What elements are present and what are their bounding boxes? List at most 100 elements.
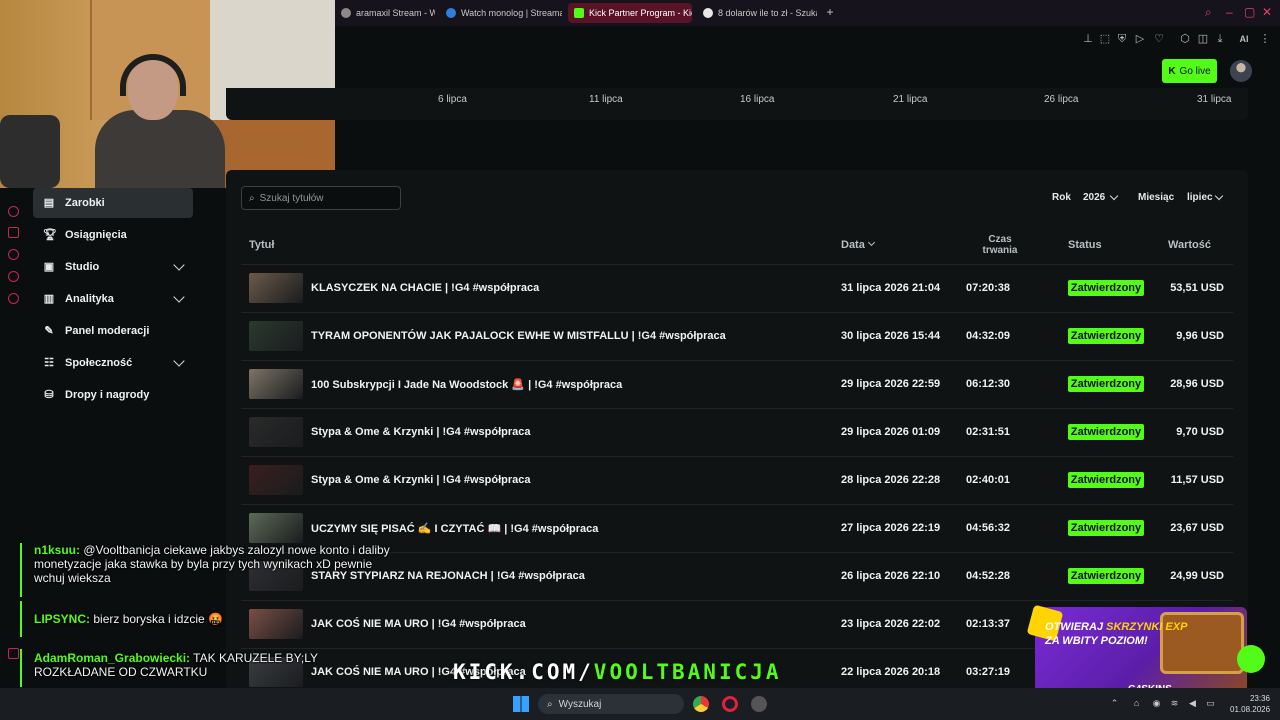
- promo-line1-b: SKRZYNKI EXP: [1106, 621, 1188, 633]
- go-live-label: Go live: [1179, 65, 1211, 77]
- stream-thumbnail[interactable]: [249, 321, 303, 351]
- column-header-value[interactable]: Wartość: [1168, 239, 1211, 251]
- stream-duration: 06:12:30: [966, 378, 1011, 390]
- tab-favicon: [703, 8, 713, 18]
- kick-url-overlay: KICK.COM/VOOLTBANICJA: [453, 660, 782, 684]
- column-header-date[interactable]: Data: [841, 239, 865, 251]
- ai-icon[interactable]: AI: [1235, 33, 1253, 45]
- rail-bookmark-icon[interactable]: [8, 227, 19, 238]
- status-badge: Zatwierdzony: [1068, 568, 1144, 584]
- stream-value: 9,70 USD: [1176, 426, 1224, 438]
- year-select[interactable]: 2026: [1083, 192, 1105, 203]
- rail-home-icon[interactable]: [8, 206, 19, 217]
- chat-username: LIPSYNC:: [34, 612, 91, 626]
- cube-icon[interactable]: ◫: [1197, 33, 1209, 45]
- tab-favicon: [446, 8, 456, 18]
- search-input[interactable]: ⌕ Szukaj tytułów: [241, 186, 401, 210]
- sidebar-item-studio[interactable]: ▣ Studio: [33, 252, 193, 282]
- analytics-icon: ▥: [43, 293, 55, 305]
- stream-duration: 02:31:51: [966, 426, 1011, 438]
- stream-thumbnail[interactable]: [249, 417, 303, 447]
- mic-icon[interactable]: ◉: [1152, 699, 1161, 708]
- chat-text: @Vooltbanicja ciekawe jakbys zalozyl now…: [34, 543, 390, 585]
- extensions-icon[interactable]: ⬡: [1179, 33, 1191, 45]
- stream-title[interactable]: KLASYCZEK NA CHACIE | !G4 #współpraca: [311, 282, 539, 294]
- shield-icon[interactable]: ⛨: [1116, 33, 1128, 45]
- download-icon[interactable]: ⤓: [1214, 33, 1226, 45]
- stream-title[interactable]: TYRAM OPONENTÓW JAK PAJALOCK EWHE W MIST…: [311, 330, 726, 342]
- axis-date-label: 11 lipca: [589, 94, 623, 105]
- battery-icon[interactable]: ▭: [1206, 699, 1215, 708]
- stream-date: 31 lipca 2026 21:04: [841, 282, 941, 294]
- sidebar-item-label: Analityka: [65, 293, 114, 305]
- stream-title[interactable]: 100 Subskrypcji I Jade Na Woodstock 🚨 | …: [311, 378, 622, 391]
- column-header-duration-1[interactable]: Czas: [976, 234, 1024, 245]
- stream-duration: 04:52:28: [966, 570, 1011, 582]
- screenshot-icon[interactable]: ⬚: [1099, 33, 1111, 45]
- sidebar-item-osiagniecia[interactable]: 🏆︎ Osiągnięcia: [33, 220, 193, 250]
- stream-thumbnail[interactable]: [249, 513, 303, 543]
- trophy-icon: 🏆︎: [43, 229, 57, 241]
- browser-tab-4[interactable]: 8 dolarów ile to zł - Szukaj: [697, 3, 817, 23]
- earnings-chart-axis-panel: [226, 88, 1248, 120]
- new-tab-button[interactable]: +: [824, 6, 836, 18]
- search-icon[interactable]: ⌕: [1205, 5, 1212, 20]
- chevron-down-icon: [173, 259, 185, 271]
- stream-title[interactable]: Stypa & Ome & Krzynki | !G4 #współpraca: [311, 474, 530, 486]
- sidebar-item-label: Dropy i nagrody: [65, 389, 150, 401]
- opera-icon[interactable]: [722, 696, 738, 712]
- month-select[interactable]: lipiec: [1187, 192, 1213, 203]
- tab-label: Kick Partner Program - Kic: [589, 8, 692, 18]
- stream-duration: 07:20:38: [966, 282, 1011, 294]
- chrome-icon[interactable]: [693, 696, 709, 712]
- network-icon[interactable]: ⌂: [1132, 699, 1141, 708]
- maximize-icon[interactable]: ▢: [1244, 5, 1255, 19]
- stream-thumbnail[interactable]: [249, 465, 303, 495]
- chat-message: n1ksuu: @Vooltbanicja ciekawe jakbys zal…: [20, 543, 390, 597]
- sidebar-item-spolecznosc[interactable]: ☷ Społeczność: [33, 348, 193, 378]
- sidebar-item-label: Społeczność: [65, 357, 133, 369]
- column-header-duration-2[interactable]: trwania: [976, 245, 1024, 256]
- sidebar-item-zarobki[interactable]: ▤ Zarobki: [33, 188, 193, 218]
- volume-icon[interactable]: ◀: [1188, 699, 1197, 708]
- row-divider: [241, 360, 1233, 361]
- stream-title[interactable]: UCZYMY SIĘ PISAĆ ✍ I CZYTAĆ 📖 | !G4 #wsp…: [311, 522, 598, 535]
- taskbar-search[interactable]: ⌕ Wyszukaj: [538, 694, 684, 714]
- rail-settings-icon[interactable]: [8, 293, 19, 304]
- go-live-button[interactable]: K Go live: [1162, 59, 1217, 83]
- stream-value: 11,57 USD: [1170, 474, 1224, 486]
- menu-icon[interactable]: ⋮: [1259, 33, 1271, 45]
- sidebar-item-dropy[interactable]: ⛁ Dropy i nagrody: [33, 380, 193, 410]
- column-header-title[interactable]: Tytuł: [249, 239, 274, 251]
- rail-extra-icon[interactable]: [8, 648, 19, 659]
- browser-tab-2[interactable]: Watch monolog | Streamab: [440, 3, 562, 23]
- avatar[interactable]: [1230, 60, 1252, 82]
- windows-start-icon[interactable]: [513, 696, 529, 712]
- chat-username: AdamRoman_Grabowiecki:: [34, 651, 191, 665]
- rail-chat-icon[interactable]: [8, 271, 19, 282]
- chat-bubble-button[interactable]: [1237, 645, 1265, 673]
- status-badge: Zatwierdzony: [1068, 328, 1144, 344]
- browser-tab-3[interactable]: Kick Partner Program - Kic: [568, 3, 692, 23]
- rail-history-icon[interactable]: [8, 249, 19, 260]
- sidebar-item-panel-moderacji[interactable]: ✎ Panel moderacji: [33, 316, 193, 346]
- chevron-up-icon[interactable]: ⌃: [1110, 699, 1119, 708]
- taskbar-clock[interactable]: 23:36 01.08.2026: [1230, 693, 1270, 715]
- heart-icon[interactable]: ♡: [1153, 33, 1165, 45]
- stream-title[interactable]: Stypa & Ome & Krzynki | !G4 #współpraca: [311, 426, 530, 438]
- play-icon[interactable]: ▷: [1134, 33, 1146, 45]
- stream-thumbnail[interactable]: [249, 273, 303, 303]
- stream-thumbnail[interactable]: [249, 369, 303, 399]
- sidebar-item-label: Studio: [65, 261, 100, 273]
- column-header-status[interactable]: Status: [1068, 239, 1102, 251]
- pin-icon[interactable]: ⊥: [1082, 33, 1094, 45]
- wifi-icon[interactable]: ≋: [1170, 699, 1179, 708]
- search-icon: ⌕: [249, 192, 255, 204]
- kick-url-channel: VOOLTBANICJA: [593, 660, 782, 684]
- search-icon: ⌕: [547, 698, 553, 710]
- minimize-icon[interactable]: –: [1226, 5, 1233, 19]
- app-icon[interactable]: [751, 696, 767, 712]
- browser-tab-1[interactable]: aramaxil Stream - Watch: [335, 3, 435, 23]
- sidebar-item-analityka[interactable]: ▥ Analityka: [33, 284, 193, 314]
- close-icon[interactable]: ✕: [1262, 5, 1272, 19]
